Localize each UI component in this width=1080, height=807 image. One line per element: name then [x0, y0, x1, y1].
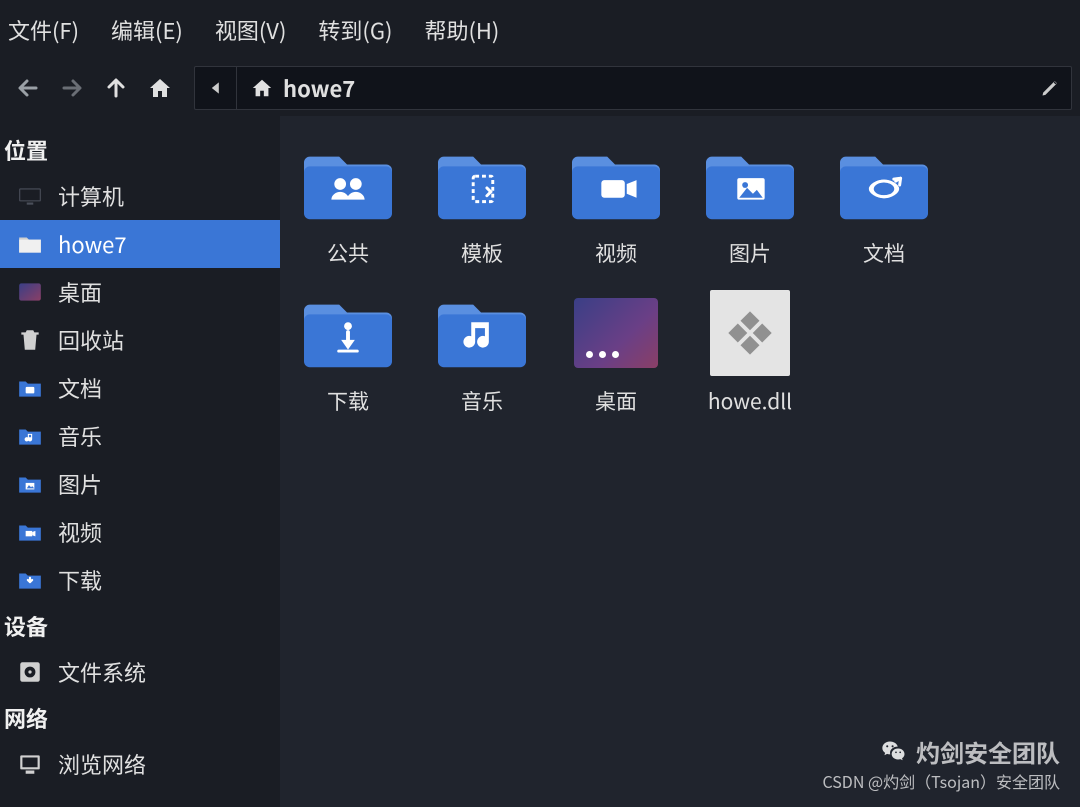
file-item[interactable]: 视频	[558, 146, 674, 268]
menu-edit[interactable]: 编辑(E)	[111, 14, 183, 46]
folder-documents-icon	[16, 374, 44, 402]
folder-icon	[303, 294, 393, 372]
file-item[interactable]: 图片	[692, 146, 808, 268]
file-item[interactable]: 音乐	[424, 294, 540, 416]
computer-icon	[16, 182, 44, 210]
sidebar-item-browse-network[interactable]: 浏览网络	[0, 740, 280, 788]
menu-go[interactable]: 转到(G)	[318, 14, 392, 46]
sidebar-item-label: 下载	[58, 564, 102, 596]
sidebar-item-label: 计算机	[58, 180, 124, 212]
sidebar-item-label: 回收站	[58, 324, 124, 356]
file-item[interactable]: 文档	[826, 146, 942, 268]
menu-file[interactable]: 文件(F)	[8, 14, 79, 46]
arrow-up-icon	[104, 76, 128, 100]
file-item[interactable]: howe.dll	[692, 294, 808, 416]
trash-icon	[16, 326, 44, 354]
menu-help[interactable]: 帮助(H)	[424, 14, 499, 46]
folder-icon	[839, 146, 929, 224]
folder-downloads-icon	[16, 566, 44, 594]
home-icon	[148, 76, 172, 100]
file-label: 下载	[327, 386, 369, 416]
sidebar-item-computer[interactable]: 计算机	[0, 172, 280, 220]
folder-icon	[571, 146, 661, 224]
home-icon	[251, 77, 273, 99]
network-icon	[16, 750, 44, 778]
folder-icon	[437, 146, 527, 224]
file-label: 文档	[863, 238, 905, 268]
arrow-left-icon	[16, 76, 40, 100]
file-item[interactable]: 公共	[290, 146, 406, 268]
file-item[interactable]: 模板	[424, 146, 540, 268]
sidebar-item-label: 音乐	[58, 420, 102, 452]
sidebar-item-label: 文件系统	[58, 656, 146, 688]
disk-icon	[16, 658, 44, 686]
folder-icon	[303, 146, 393, 224]
dll-file-icon	[705, 294, 795, 372]
file-label: 音乐	[461, 386, 503, 416]
folder-icon	[437, 294, 527, 372]
file-item[interactable]: 下载	[290, 294, 406, 416]
path-history-button[interactable]	[195, 67, 237, 109]
file-item[interactable]: 桌面	[558, 294, 674, 416]
path-location[interactable]: howe7	[237, 72, 369, 104]
menu-view[interactable]: 视图(V)	[215, 14, 287, 46]
file-label: 桌面	[595, 386, 637, 416]
sidebar-item-label: howe7	[58, 228, 127, 260]
file-label: 图片	[729, 238, 771, 268]
sidebar-item-trash[interactable]: 回收站	[0, 316, 280, 364]
triangle-left-icon	[209, 81, 223, 95]
path-edit-button[interactable]	[1029, 67, 1071, 109]
sidebar-item-documents[interactable]: 文档	[0, 364, 280, 412]
back-button[interactable]	[8, 68, 48, 108]
sidebar-item-filesystem[interactable]: 文件系统	[0, 648, 280, 696]
arrow-right-icon	[60, 76, 84, 100]
sidebar-section-network: 网络	[0, 696, 280, 740]
file-label: 模板	[461, 238, 503, 268]
file-label: howe.dll	[708, 386, 792, 416]
home-button[interactable]	[140, 68, 180, 108]
sidebar: 位置 计算机 howe7 桌面 回收站	[0, 116, 280, 807]
sidebar-item-label: 视频	[58, 516, 102, 548]
file-label: 视频	[595, 238, 637, 268]
file-label: 公共	[327, 238, 369, 268]
sidebar-item-label: 文档	[58, 372, 102, 404]
toolbar: howe7	[0, 60, 1080, 116]
sidebar-item-pictures[interactable]: 图片	[0, 460, 280, 508]
folder-home-icon	[16, 230, 44, 258]
path-bar: howe7	[194, 66, 1072, 110]
folder-music-icon	[16, 422, 44, 450]
folder-icon	[705, 146, 795, 224]
sidebar-item-downloads[interactable]: 下载	[0, 556, 280, 604]
up-button[interactable]	[96, 68, 136, 108]
sidebar-item-label: 浏览网络	[58, 748, 146, 780]
file-view[interactable]: 公共 模板 视频 图片 文档 下载 音乐 桌面 howe.dll	[280, 116, 1080, 807]
folder-videos-icon	[16, 518, 44, 546]
forward-button[interactable]	[52, 68, 92, 108]
sidebar-item-desktop[interactable]: 桌面	[0, 268, 280, 316]
sidebar-section-places: 位置	[0, 128, 280, 172]
folder-pictures-icon	[16, 470, 44, 498]
path-text: howe7	[283, 72, 355, 104]
sidebar-item-label: 桌面	[58, 276, 102, 308]
menubar: 文件(F) 编辑(E) 视图(V) 转到(G) 帮助(H)	[0, 0, 1080, 60]
sidebar-item-home[interactable]: howe7	[0, 220, 280, 268]
desktop-thumbnail-icon	[571, 294, 661, 372]
sidebar-item-videos[interactable]: 视频	[0, 508, 280, 556]
sidebar-section-devices: 设备	[0, 604, 280, 648]
pencil-icon	[1040, 78, 1060, 98]
desktop-icon	[16, 278, 44, 306]
sidebar-item-music[interactable]: 音乐	[0, 412, 280, 460]
sidebar-item-label: 图片	[58, 468, 102, 500]
